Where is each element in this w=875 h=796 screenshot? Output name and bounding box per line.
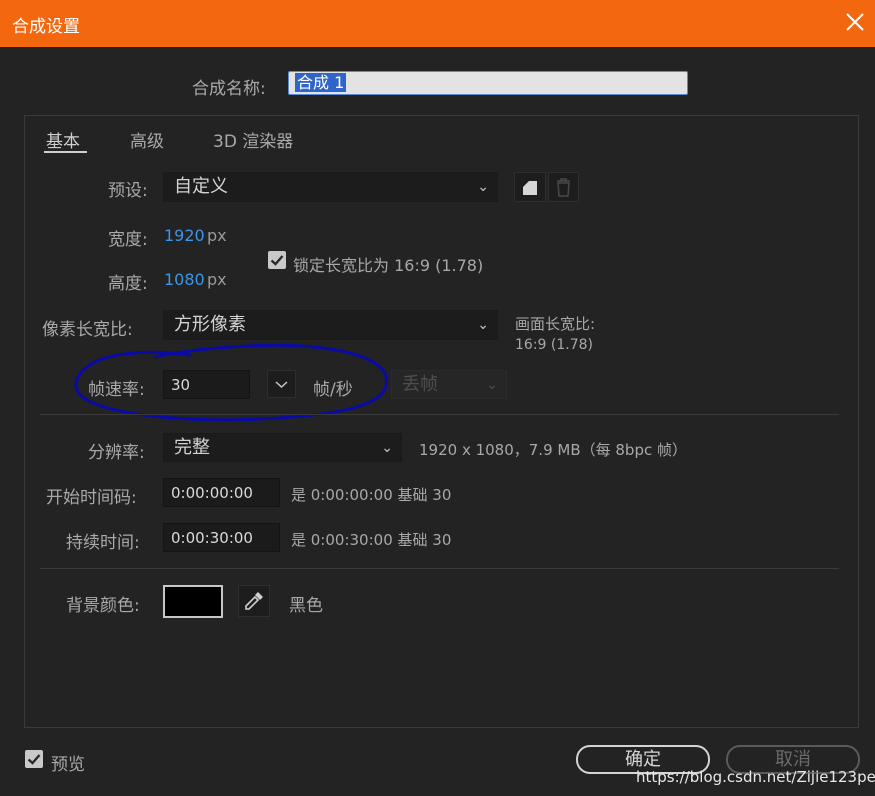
width-unit: px: [207, 226, 227, 245]
section-divider: [40, 414, 839, 415]
start-timecode-input[interactable]: 0:00:00:00: [163, 478, 280, 507]
title-bar: 合成设置: [0, 0, 875, 47]
tab-advanced[interactable]: 高级: [130, 127, 164, 152]
height-value[interactable]: 1080: [164, 270, 205, 289]
comp-name-input[interactable]: 合成 1: [288, 71, 688, 95]
active-tab-indicator: [44, 151, 87, 153]
duration-value: 0:00:30:00: [171, 529, 253, 547]
width-label: 宽度:: [108, 230, 148, 250]
duration-label: 持续时间:: [66, 533, 140, 553]
resolution-dropdown[interactable]: 完整 ⌄: [163, 433, 402, 462]
resolution-info: 1920 x 1080，7.9 MB（每 8bpc 帧）: [419, 441, 687, 459]
comp-name-value: 合成 1: [295, 73, 347, 92]
drop-frame-value: 丢帧: [402, 374, 438, 395]
checkmark-icon: [27, 754, 41, 765]
watermark: https://blog.csdn.net/Zijie123pea: [636, 768, 875, 786]
close-icon[interactable]: [843, 10, 867, 34]
duration-info: 是 0:00:30:00 基础 30: [291, 531, 452, 549]
trash-icon: [557, 178, 570, 197]
start-timecode-info: 是 0:00:00:00 基础 30: [291, 486, 452, 504]
save-preset-button[interactable]: [514, 172, 546, 202]
save-preset-icon: [523, 181, 537, 195]
lock-aspect-checkbox[interactable]: [268, 251, 286, 269]
background-color-swatch[interactable]: [163, 585, 223, 618]
window-title: 合成设置: [12, 17, 80, 37]
chevron-down-icon: ⌄: [477, 317, 489, 333]
lock-aspect-label: 锁定长宽比为 16:9 (1.78): [293, 256, 484, 275]
section-divider: [40, 568, 839, 569]
preview-checkbox[interactable]: [25, 750, 43, 768]
background-color-label: 背景颜色:: [66, 596, 140, 616]
start-timecode-value: 0:00:00:00: [171, 484, 253, 502]
width-value[interactable]: 1920: [164, 226, 205, 245]
frame-aspect-value: 16:9 (1.78): [515, 337, 593, 353]
pixel-aspect-value: 方形像素: [174, 314, 246, 335]
frame-aspect-label: 画面长宽比:: [515, 315, 596, 333]
eyedropper-button[interactable]: [238, 585, 270, 617]
delete-preset-button[interactable]: [548, 172, 579, 202]
checkmark-icon: [270, 255, 284, 266]
chevron-down-icon: ⌄: [477, 179, 489, 195]
duration-input[interactable]: 0:00:30:00: [163, 523, 280, 552]
resolution-value: 完整: [174, 437, 210, 458]
preset-label: 预设:: [108, 181, 148, 201]
chevron-down-icon: ⌄: [381, 440, 393, 456]
preset-value: 自定义: [174, 176, 228, 197]
eyedropper-icon: [245, 592, 263, 610]
start-timecode-label: 开始时间码:: [46, 488, 137, 508]
tab-basic[interactable]: 基本: [46, 127, 80, 152]
resolution-label: 分辨率:: [88, 443, 145, 463]
tab-3d-renderer[interactable]: 3D 渲染器: [213, 127, 293, 152]
preview-label: 预览: [51, 755, 85, 775]
drop-frame-dropdown: 丢帧 ⌄: [391, 370, 507, 399]
height-unit: px: [207, 270, 227, 289]
comp-name-label: 合成名称:: [192, 79, 266, 99]
chevron-down-icon: ⌄: [486, 377, 498, 393]
background-color-name: 黑色: [289, 596, 323, 616]
annotation-circle: [74, 343, 389, 422]
height-label: 高度:: [108, 274, 148, 294]
preset-dropdown[interactable]: 自定义 ⌄: [163, 172, 498, 202]
